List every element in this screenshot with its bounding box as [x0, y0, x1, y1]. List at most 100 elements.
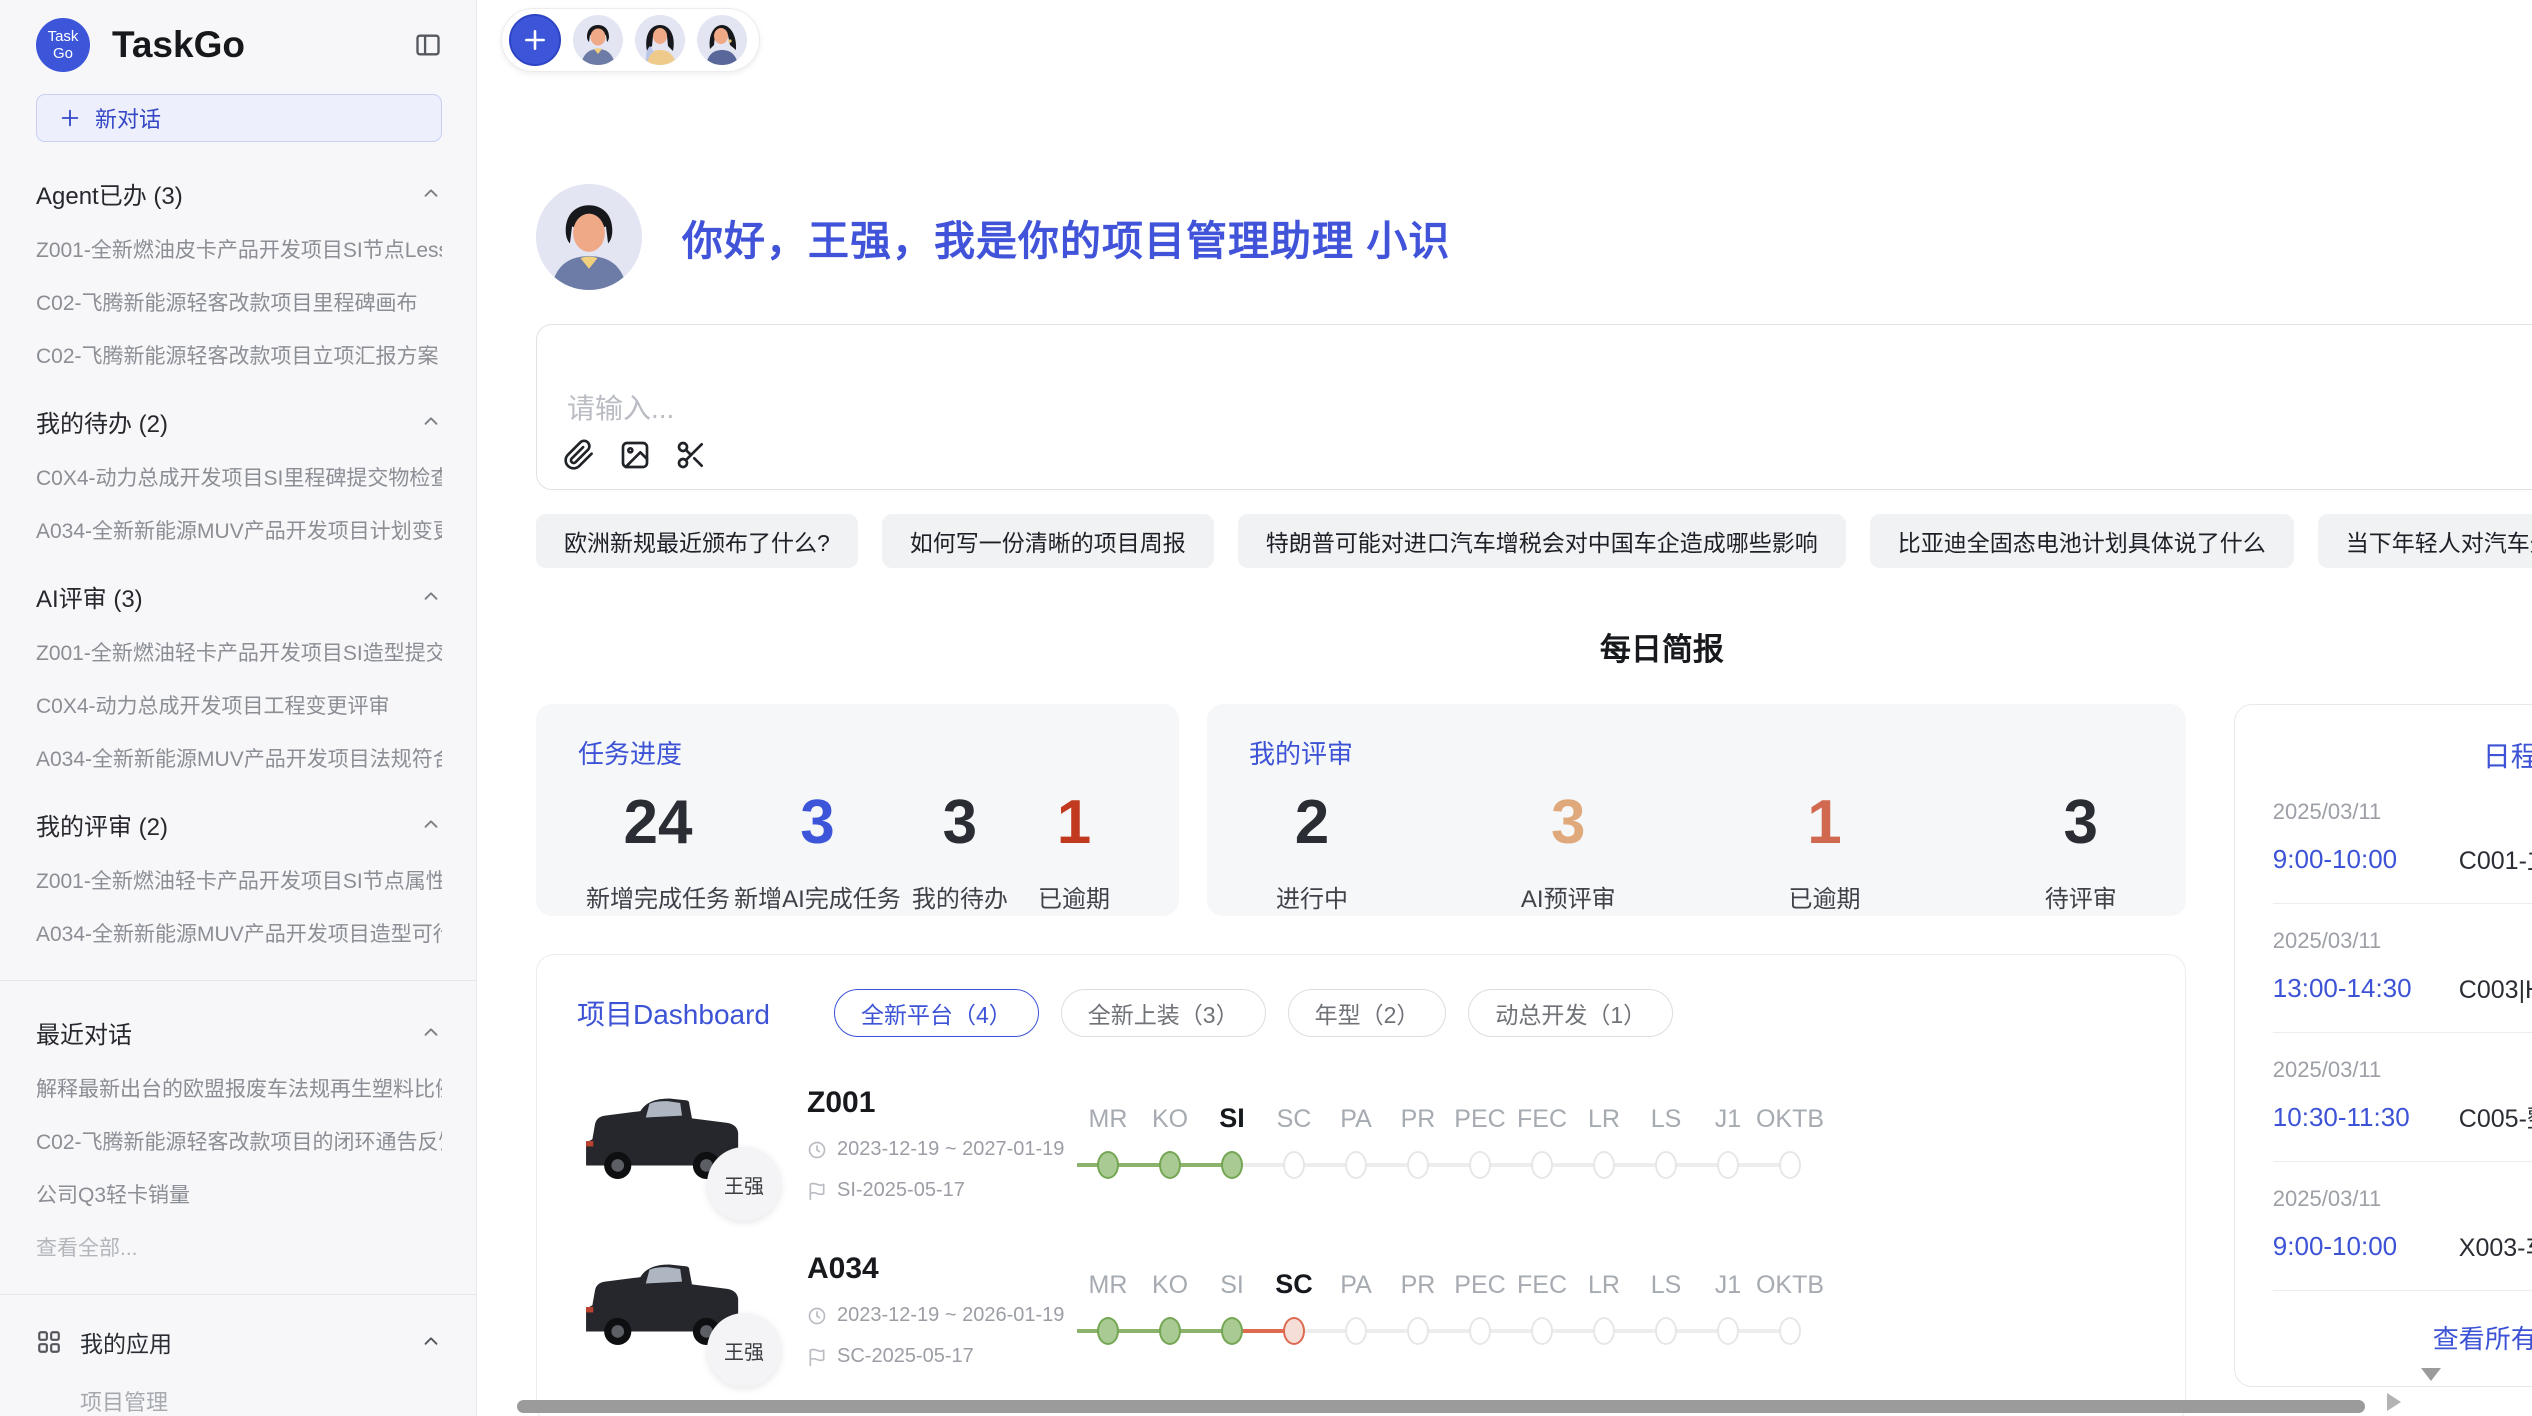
project-image: 王强	[577, 1085, 767, 1203]
section-title: 我的评审 (2)	[36, 807, 168, 842]
milestone: FEC	[1511, 1102, 1573, 1186]
sidebar-collapse-icon[interactable]	[414, 31, 442, 59]
sidebar-item[interactable]: Z001-全新燃油轻卡产品开发项目SI节点属性5D文件评审	[36, 865, 442, 895]
sidebar-item[interactable]: C02-飞腾新能源轻客改款项目立项汇报方案	[36, 340, 442, 370]
suggestion-chip[interactable]: 当下年轻人对汽车外观有怎样的喜好趋势	[2318, 514, 2532, 568]
suggestion-chip[interactable]: 比亚迪全固态电池计划具体说了什么	[1870, 514, 2294, 568]
scroll-down-arrow-icon[interactable]	[2421, 1368, 2441, 1381]
suggestion-chip[interactable]: 特朗普可能对进口汽车增税会对中国车企造成哪些影响	[1238, 514, 1846, 568]
daily-briefing-header: 每日简报	[536, 624, 2532, 668]
milestone-label: SI	[1220, 1268, 1244, 1300]
scissors-icon[interactable]	[675, 439, 707, 471]
project-row[interactable]: 王强 Z001 2023-12-19 ~ 2027-01-19	[577, 1085, 2145, 1203]
app-root: Task Go TaskGo 新对话 Agent已办 (3) Z001-全新燃油…	[0, 0, 2532, 1416]
chevron-up-icon[interactable]	[420, 1022, 442, 1044]
milestone-dot	[1159, 1151, 1181, 1179]
stat-label: 已逾期	[1789, 879, 1861, 914]
milestone-dot	[1779, 1317, 1801, 1345]
section-header[interactable]: 我的待办 (2)	[36, 404, 442, 439]
avatar[interactable]	[573, 15, 623, 65]
filter-chip[interactable]: 年型（2）	[1288, 989, 1447, 1037]
milestone-label: LS	[1651, 1102, 1682, 1134]
schedule-card: 日程 2025/03/11 9:00-10:00 C001-立项审批会 加入 2…	[2234, 704, 2532, 1387]
stat: 3 待评审	[2026, 787, 2136, 914]
attachment-icon[interactable]	[563, 439, 595, 471]
milestone: PA	[1325, 1268, 1387, 1352]
avatar[interactable]	[697, 15, 747, 65]
app-title: TaskGo	[112, 24, 392, 66]
milestone: PR	[1387, 1102, 1449, 1186]
sidebar-item[interactable]: A034-全新新能源MUV产品开发项目造型可行性评审	[36, 918, 442, 948]
milestone: OKTB	[1759, 1268, 1821, 1352]
schedule-event[interactable]: 2025/03/11 9:00-10:00 X003-车辆动力学性能验... 加…	[2273, 1162, 2532, 1291]
sidebar-item[interactable]: C02-飞腾新能源轻客改款项目里程碑画布	[36, 287, 442, 317]
image-icon[interactable]	[619, 439, 651, 471]
milestone-track	[1077, 1144, 1139, 1186]
schedule-event[interactable]: 2025/03/11 13:00-14:30 C003|H0B-方案冻结评审 加…	[2273, 904, 2532, 1033]
clock-icon	[807, 1140, 827, 1160]
recent-chat-item[interactable]: 解释最新出台的欧盟报废车法规再生塑料比例被调至15%...	[36, 1073, 442, 1103]
milestone-track	[1325, 1310, 1387, 1352]
new-chat-button[interactable]: 新对话	[36, 94, 442, 142]
project-row[interactable]: 王强 A034 2023-12-19 ~ 2026-01-19	[577, 1251, 2145, 1369]
filter-chip[interactable]: 动总开发（1）	[1468, 989, 1673, 1037]
section-header[interactable]: 我的评审 (2)	[36, 807, 442, 842]
sidebar-item[interactable]: A034-全新新能源MUV产品开发项目计划变更表编写	[36, 515, 442, 545]
milestone-dot	[1593, 1151, 1615, 1179]
section-header[interactable]: AI评审 (3)	[36, 579, 442, 614]
chevron-up-icon[interactable]	[420, 1331, 442, 1353]
add-session-button[interactable]	[509, 14, 561, 66]
suggestion-chip[interactable]: 如何写一份清晰的项目周报	[882, 514, 1214, 568]
sidebar-item-my-apps[interactable]: 我的应用	[36, 1325, 442, 1359]
milestone-track	[1511, 1144, 1573, 1186]
suggestion-chip[interactable]: 欧洲新规最近颁布了什么?	[536, 514, 858, 568]
chevron-up-icon[interactable]	[420, 586, 442, 608]
milestone-dot	[1097, 1317, 1119, 1345]
sidebar-item[interactable]: C0X4-动力总成开发项目SI里程碑提交物检查	[36, 462, 442, 492]
horizontal-scrollbar[interactable]	[517, 1400, 2365, 1413]
milestone-label: OKTB	[1756, 1102, 1824, 1134]
chat-input-card[interactable]: 请输入...	[536, 324, 2532, 490]
filter-chip[interactable]: 全新上装（3）	[1061, 989, 1266, 1037]
milestone-track	[1325, 1144, 1387, 1186]
chevron-up-icon[interactable]	[420, 411, 442, 433]
owner-name: 王强	[724, 1336, 764, 1365]
sidebar-item[interactable]: Z001-全新燃油轻卡产品开发项目SI造型提交物评审	[36, 637, 442, 667]
scroll-right-arrow-icon[interactable]	[2387, 1393, 2401, 1411]
stat-value: 24	[624, 787, 693, 859]
sidebar-item[interactable]: Z001-全新燃油皮卡产品开发项目SI节点Lesson Learn报告	[36, 234, 442, 264]
recent-view-all-link[interactable]: 查看全部...	[36, 1232, 442, 1262]
filter-chip[interactable]: 全新平台（4）	[834, 989, 1039, 1037]
section-header[interactable]: Agent已办 (3)	[36, 176, 442, 211]
section-header[interactable]: 最近对话	[36, 1015, 442, 1050]
view-all-schedule-link[interactable]: 查看所有日程	[2273, 1319, 2532, 1356]
project-image: 王强	[577, 1251, 767, 1369]
milestone: OKTB	[1759, 1102, 1821, 1186]
greeting-text: 你好，王强，我是你的项目管理助理 小识	[682, 207, 1450, 267]
schedule-event[interactable]: 2025/03/11 10:30-11:30 C005-整车工程目标评审 加入	[2273, 1033, 2532, 1162]
chat-input-placeholder[interactable]: 请输入...	[567, 387, 674, 427]
chevron-up-icon[interactable]	[420, 183, 442, 205]
briefing-columns: 任务进度 24 新增完成任务 3 新增AI完成任务	[536, 704, 2532, 1416]
event-date: 2025/03/11	[2273, 1057, 2532, 1083]
new-chat-label: 新对话	[95, 102, 161, 134]
sidebar-item[interactable]: C0X4-动力总成开发项目工程变更评审	[36, 690, 442, 720]
recent-chat-item[interactable]: C02-飞腾新能源轻客改款项目的闭环通告反馈情况	[36, 1126, 442, 1156]
project-dashboard-card: 项目Dashboard 全新平台（4） 全新上装（3） 年型（2） 动总开发（1…	[536, 954, 2186, 1416]
stat-label: 待评审	[2045, 879, 2117, 914]
divider	[0, 1294, 476, 1295]
milestone: PR	[1387, 1268, 1449, 1352]
milestone-track	[1635, 1144, 1697, 1186]
milestone-label: PR	[1401, 1268, 1436, 1300]
milestone-label: FEC	[1517, 1102, 1567, 1134]
recent-chat-item[interactable]: 公司Q3轻卡销量	[36, 1179, 442, 1209]
milestone-track	[1697, 1310, 1759, 1352]
chevron-up-icon[interactable]	[420, 814, 442, 836]
sidebar: Task Go TaskGo 新对话 Agent已办 (3) Z001-全新燃油…	[0, 0, 477, 1416]
sidebar-item[interactable]: A034-全新新能源MUV产品开发项目法规符合性评审	[36, 743, 442, 773]
milestone-track	[1263, 1310, 1325, 1352]
stat: 1 已逾期	[1770, 787, 1880, 914]
avatar[interactable]	[635, 15, 685, 65]
app-item-project-mgmt[interactable]: 项目管理	[80, 1385, 442, 1416]
schedule-event[interactable]: 2025/03/11 9:00-10:00 C001-立项审批会 加入	[2273, 775, 2532, 904]
